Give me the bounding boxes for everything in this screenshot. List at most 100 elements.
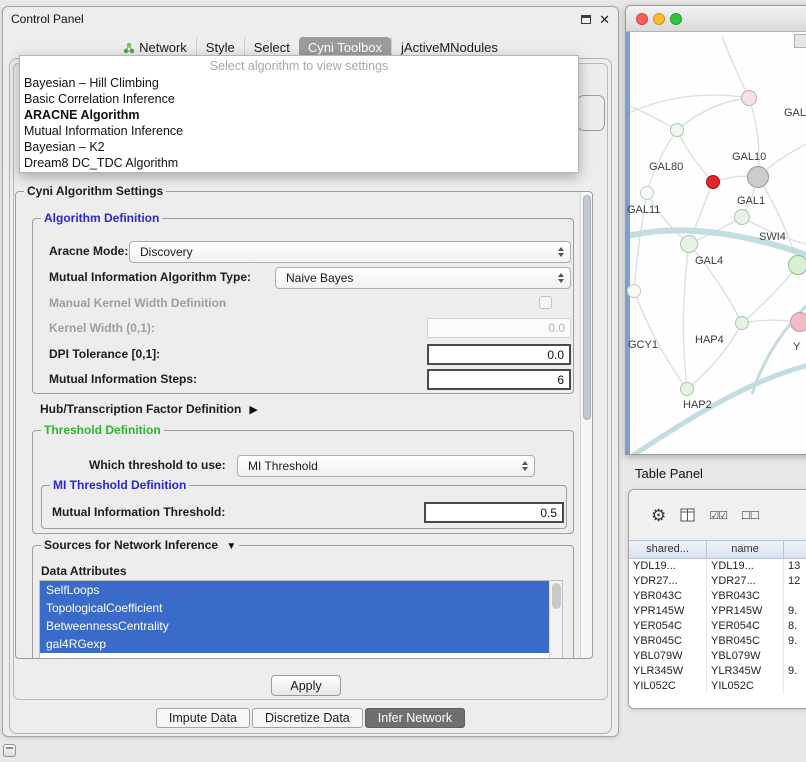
- settings-scrollbar-thumb[interactable]: [583, 195, 591, 420]
- list-item[interactable]: SelfLoops: [40, 581, 562, 599]
- table-row[interactable]: YBR045CYBR045C9.: [629, 634, 806, 649]
- sources-group-title: Sources for Network Inference ▼: [41, 538, 239, 554]
- mi-steps-field[interactable]: 6: [427, 369, 571, 390]
- network-node[interactable]: [741, 90, 757, 106]
- screen: Control Panel ✕ Network Style Select Cyn…: [0, 0, 806, 762]
- mi-threshold-field[interactable]: 0.5: [424, 502, 564, 523]
- network-node[interactable]: [640, 186, 654, 200]
- network-node[interactable]: [627, 284, 641, 298]
- mi-algorithm-type-label: Mutual Information Algorithm Type:: [49, 269, 251, 285]
- cell: YPR145W: [707, 604, 784, 619]
- close-icon[interactable]: ✕: [599, 13, 610, 26]
- network-node[interactable]: [680, 235, 698, 253]
- cell: YIL052C: [707, 679, 784, 694]
- list-scrollbar-thumb[interactable]: [552, 583, 561, 609]
- settings-scroll-area: Algorithm Definition Aracne Mode: Discov…: [16, 192, 592, 658]
- dropdown-item-selected[interactable]: ARACNE Algorithm: [20, 107, 578, 123]
- minimized-panel-icon[interactable]: [3, 744, 16, 757]
- table-row[interactable]: YER054CYER054C8.: [629, 619, 806, 634]
- cell: 9.: [784, 634, 806, 649]
- cell: YLR345W: [707, 664, 784, 679]
- cell: YBL079W: [629, 649, 707, 664]
- tab-label: jActiveMNodules: [401, 40, 498, 55]
- dropdown-item[interactable]: Bayesian – K2: [20, 139, 578, 155]
- deselect-all-icon[interactable]: ☐☐: [741, 509, 759, 522]
- table-row[interactable]: YDL19...YDL19...13: [629, 559, 806, 574]
- kernel-width-field: 0.0: [427, 318, 571, 338]
- node-label: GAL: [784, 107, 806, 119]
- zoom-traffic-light[interactable]: [670, 13, 682, 25]
- minimize-traffic-light[interactable]: [653, 13, 665, 25]
- network-node[interactable]: [670, 123, 684, 137]
- tab-label: Style: [206, 40, 235, 55]
- network-toolbar-button[interactable]: [794, 34, 806, 48]
- control-panel-title: Control Panel: [11, 12, 84, 26]
- select-all-icon[interactable]: ☑☑: [709, 509, 727, 522]
- network-node[interactable]: [734, 209, 750, 225]
- node-label: GAL11: [627, 204, 660, 216]
- list-item[interactable]: gal4RGexp: [40, 635, 562, 653]
- tab-impute-data[interactable]: Impute Data: [156, 708, 250, 728]
- control-panel-window: Control Panel ✕ Network Style Select Cyn…: [2, 6, 619, 737]
- settings-scrollbar[interactable]: [580, 192, 592, 658]
- network-node[interactable]: [735, 316, 749, 330]
- network-node[interactable]: [788, 255, 806, 275]
- list-item[interactable]: TopologicalCoefficient: [40, 599, 562, 617]
- which-threshold-value: MI Threshold: [248, 459, 318, 473]
- algorithm-dropdown-popup: Select algorithm to view settings Bayesi…: [19, 55, 579, 173]
- close-traffic-light[interactable]: [636, 13, 648, 25]
- list-scrollbar[interactable]: [549, 581, 562, 658]
- cell: YER054C: [629, 619, 707, 634]
- table-row[interactable]: YBL079WYBL079W: [629, 649, 806, 664]
- network-canvas[interactable]: GAL80 GAL10 GAL11 GAL1 SWI4 GAL4 GCY1 HA…: [626, 32, 806, 454]
- column-header[interactable]: name: [707, 541, 784, 558]
- hub-transcription-factor-toggle[interactable]: Hub/Transcription Factor Definition ▶: [40, 402, 258, 416]
- aracne-mode-value: Discovery: [140, 245, 193, 259]
- table-row[interactable]: YIL052CYIL052C: [629, 679, 806, 694]
- which-threshold-select[interactable]: MI Threshold: [237, 455, 535, 477]
- aracne-mode-label: Aracne Mode:: [49, 243, 128, 259]
- tab-infer-network[interactable]: Infer Network: [365, 708, 465, 728]
- threshold-definition-group: Threshold Definition Which threshold to …: [32, 430, 574, 534]
- node-label: GAL1: [737, 195, 765, 207]
- table-row[interactable]: YLR345WYLR345W9.: [629, 664, 806, 679]
- gear-icon[interactable]: ⚙: [651, 507, 666, 524]
- cell: 13: [784, 559, 806, 574]
- table-header: shared... name: [629, 540, 806, 559]
- table-row[interactable]: YBR043CYBR043C: [629, 589, 806, 604]
- dropdown-item[interactable]: Basic Correlation Inference: [20, 91, 578, 107]
- dropdown-item[interactable]: Dream8 DC_TDC Algorithm: [20, 155, 578, 171]
- dropdown-item[interactable]: Bayesian – Hill Climbing: [20, 75, 578, 91]
- kernel-width-label: Kernel Width (0,1):: [49, 320, 155, 336]
- float-window-icon[interactable]: [581, 15, 591, 24]
- combo-stepper-icon: [558, 247, 564, 257]
- tab-discretize-data[interactable]: Discretize Data: [252, 708, 363, 728]
- table-row[interactable]: YDR27...YDR27...12: [629, 574, 806, 589]
- network-node-gray[interactable]: [747, 166, 769, 188]
- cell: YPR145W: [629, 604, 707, 619]
- node-label: GAL80: [649, 161, 683, 173]
- cell: YIL052C: [629, 679, 707, 694]
- network-node[interactable]: [680, 382, 694, 396]
- cell: [784, 649, 806, 664]
- column-header[interactable]: [784, 541, 806, 558]
- dpi-tolerance-field[interactable]: 0.0: [427, 344, 571, 365]
- apply-button[interactable]: Apply: [271, 675, 341, 696]
- mi-threshold-label: Mutual Information Threshold:: [52, 504, 225, 520]
- column-header[interactable]: shared...: [629, 541, 707, 558]
- cell: YBL079W: [707, 649, 784, 664]
- cell: YDR27...: [707, 574, 784, 589]
- columns-icon[interactable]: [680, 508, 695, 522]
- table-row[interactable]: YPR145WYPR145W9.: [629, 604, 806, 619]
- mi-algorithm-type-select[interactable]: Naive Bayes: [275, 267, 571, 289]
- network-node-red[interactable]: [706, 175, 720, 189]
- dropdown-item[interactable]: Mutual Information Inference: [20, 123, 578, 139]
- aracne-mode-select[interactable]: Discovery: [129, 241, 571, 263]
- list-item[interactable]: BetweennessCentrality: [40, 617, 562, 635]
- cell: 12: [784, 574, 806, 589]
- expanded-arrow-icon[interactable]: ▼: [226, 541, 236, 552]
- table-panel-title: Table Panel: [635, 466, 703, 481]
- network-window-titlebar: [626, 6, 806, 32]
- network-node-pink[interactable]: [790, 312, 806, 332]
- cell: YBR043C: [707, 589, 784, 604]
